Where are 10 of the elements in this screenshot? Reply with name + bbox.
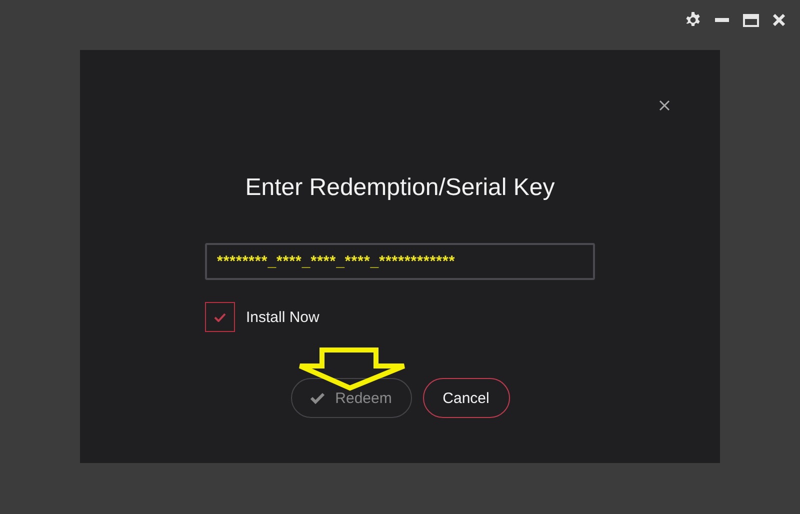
check-icon: [214, 312, 226, 322]
settings-icon[interactable]: [685, 12, 701, 28]
key-field[interactable]: ********_****_****_****_************: [205, 243, 595, 280]
close-icon[interactable]: [659, 100, 670, 111]
install-checkbox[interactable]: [205, 302, 235, 332]
checkbox-label: Install Now: [246, 308, 320, 326]
cancel-button[interactable]: Cancel: [422, 378, 510, 418]
maximize-icon[interactable]: [743, 14, 759, 26]
check-icon: [310, 392, 326, 404]
dialog-title: Enter Redemption/Serial Key: [244, 173, 556, 203]
